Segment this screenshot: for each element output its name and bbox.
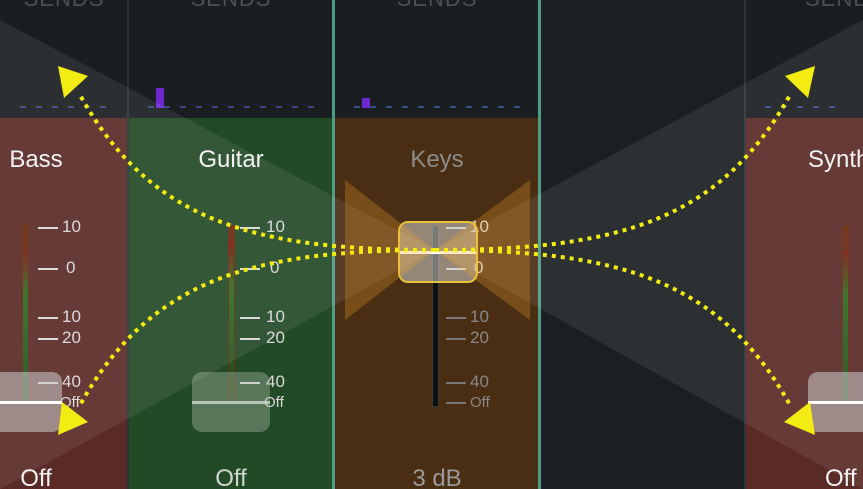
gesture-highlight: [345, 180, 435, 320]
mixer-stage: SENDS Bass 10 0 10 20 40 Off Off SENDS G…: [0, 0, 863, 489]
pinch-gesture-overlay: [0, 20, 863, 489]
